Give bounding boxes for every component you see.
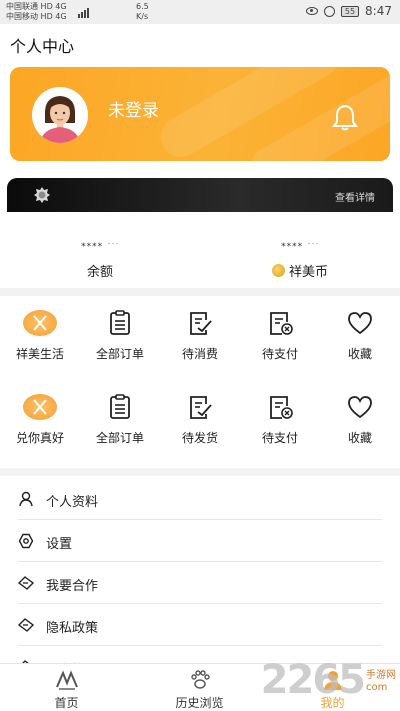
menu-item-privacy[interactable]: 隐私政策 (18, 604, 382, 646)
grid-label: 收藏 (347, 347, 372, 361)
coin-item[interactable]: **** ˘˘˘ 祥美币 (200, 242, 400, 280)
grid-label: 全部订单 (95, 431, 144, 445)
vip-badge-icon (33, 186, 51, 204)
bell-icon[interactable] (332, 103, 358, 131)
menu-item-profile[interactable]: 个人资料 (18, 478, 382, 520)
coin-label: 祥美币 (288, 265, 328, 280)
menu-label: 我要合作 (46, 579, 99, 594)
battery-icon: 55 (340, 5, 360, 17)
net-type: 4G (55, 12, 67, 21)
home-logo-icon (56, 670, 78, 690)
xiangmei-logo-icon (23, 394, 57, 420)
nav-label: 历史浏览 (175, 696, 224, 710)
edit-doc-icon (190, 312, 212, 335)
grid-label: 全部订单 (95, 347, 144, 361)
page-title: 个人中心 (10, 37, 75, 56)
hd-badge: HD (40, 12, 53, 21)
settings-icon (18, 533, 34, 549)
bill-close-icon (270, 312, 293, 335)
section-divider (0, 468, 400, 476)
paw-icon (191, 670, 210, 689)
coin-hidden-value: **** ˘˘˘ (281, 242, 319, 252)
watermark: 2265 手游网 com (261, 655, 396, 705)
nav-history[interactable]: 历史浏览 (133, 664, 266, 711)
grid2-item-all-orders[interactable]: 全部订单 (80, 380, 160, 466)
service-grid-1: 祥美生活 全部订单 待消费 待支付 收藏 (0, 296, 400, 382)
menu-item-cooperate[interactable]: 我要合作 (18, 562, 382, 604)
status-bar: 中国联通 HD 4G 中国移动 HD 4G 6.5 K/s 55 8:47 (0, 0, 400, 24)
grid2-item-to-ship[interactable]: 待发货 (160, 380, 240, 466)
net-type: 4G (55, 2, 67, 11)
menu-label: 个人资料 (46, 495, 99, 510)
grid-label: 收藏 (347, 431, 372, 445)
clipboard-icon (110, 394, 130, 419)
nav-label: 首页 (54, 696, 79, 710)
section-divider (0, 288, 400, 296)
heart-icon (348, 312, 372, 335)
carrier-info: 中国联通 HD 4G 中国移动 HD 4G (6, 2, 67, 22)
menu-label: 设置 (46, 537, 73, 552)
person-icon (19, 491, 33, 507)
login-label[interactable]: 未登录 (108, 96, 159, 121)
watermark-domain: com (366, 682, 388, 693)
clipboard-icon (110, 310, 130, 335)
coin-stars: **** (281, 242, 304, 252)
balance-row: **** ˘˘˘ 余额 **** ˘˘˘ 祥美币 (0, 212, 400, 288)
avatar[interactable] (32, 87, 88, 143)
speed-value: 6.5 (136, 2, 149, 11)
heart-icon (348, 396, 372, 419)
speed-unit: K/s (136, 12, 149, 21)
grid1-item-to-pay[interactable]: 待支付 (240, 296, 320, 382)
grid-label: 待消费 (181, 347, 218, 361)
cooperate-icon (18, 576, 34, 590)
profile-card[interactable]: 未登录 (10, 67, 390, 161)
grid-label: 待支付 (261, 431, 298, 445)
balance-stars: **** (81, 242, 104, 252)
grid2-item-favorites[interactable]: 收藏 (320, 380, 400, 466)
view-details-link[interactable]: 查看详情 (335, 189, 375, 204)
eye-icon (305, 7, 318, 15)
alarm-icon (323, 5, 335, 17)
clock: 8:47 (365, 4, 392, 18)
grid-label: 待发货 (181, 431, 218, 445)
balance-label: 余额 (86, 265, 113, 280)
grid-label: 祥美生活 (15, 347, 64, 361)
grid-label: 兑你真好 (15, 431, 64, 445)
grid1-item-life[interactable]: 祥美生活 (0, 296, 80, 382)
xiangmei-logo-icon (23, 310, 57, 336)
carrier-2: 中国移动 (6, 12, 38, 21)
carrier-1: 中国联通 (6, 2, 38, 11)
menu-label: 隐私政策 (46, 621, 99, 636)
watermark-number: 2265 (260, 657, 366, 703)
vip-card[interactable]: 查看详情 (7, 178, 393, 212)
bill-close-icon (270, 396, 293, 419)
privacy-icon (18, 618, 34, 632)
grid2-item-redeem[interactable]: 兑你真好 (0, 380, 80, 466)
coin-icon (271, 264, 285, 277)
nav-home[interactable]: 首页 (0, 664, 133, 711)
grid-label: 待支付 (261, 347, 298, 361)
grid1-item-all-orders[interactable]: 全部订单 (80, 296, 160, 382)
grid1-item-favorites[interactable]: 收藏 (320, 296, 400, 382)
balance-hidden-value: **** ˘˘˘ (81, 242, 119, 252)
edit-doc-icon (190, 396, 212, 419)
balance-item[interactable]: **** ˘˘˘ 余额 (0, 242, 200, 280)
menu-item-settings[interactable]: 设置 (18, 520, 382, 562)
signal-icon (78, 4, 89, 18)
hd-badge: HD (40, 2, 53, 11)
service-grid-2: 兑你真好 全部订单 待发货 待支付 收藏 (0, 380, 400, 466)
grid1-item-to-consume[interactable]: 待消费 (160, 296, 240, 382)
network-speed: 6.5 K/s (136, 2, 149, 22)
grid2-item-to-pay[interactable]: 待支付 (240, 380, 320, 466)
watermark-site: 手游网 (366, 670, 396, 681)
